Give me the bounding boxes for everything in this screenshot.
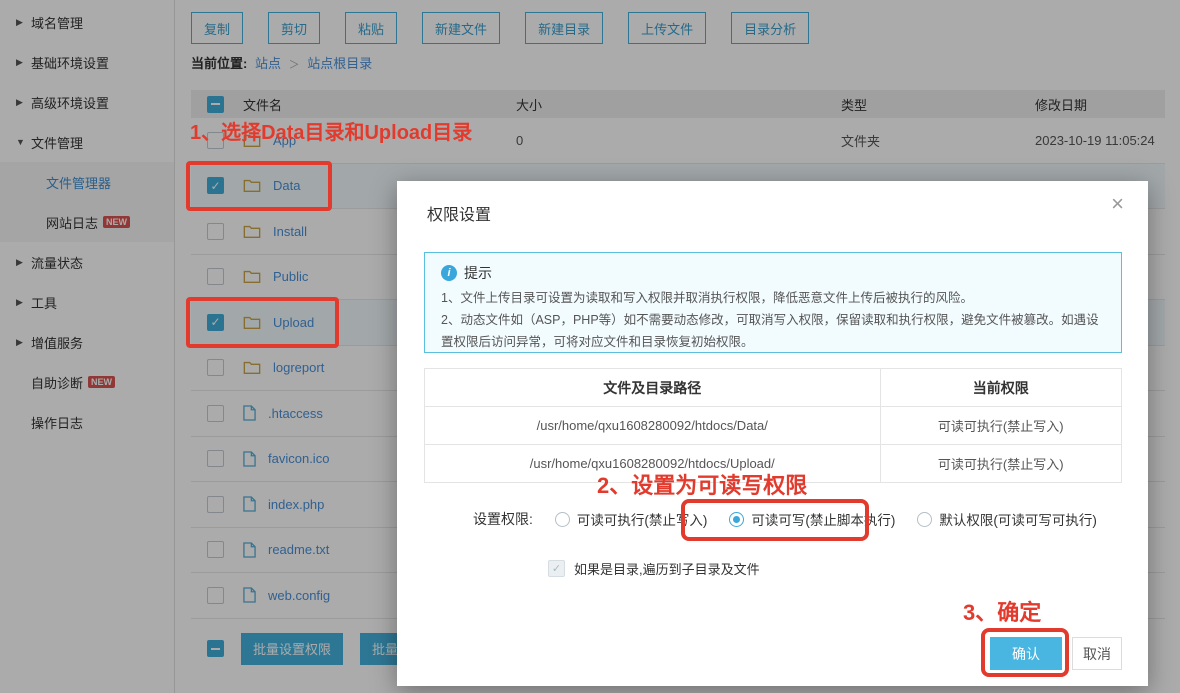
radio-label: 可读可执行(禁止写入) [577, 509, 708, 529]
file-manager-app: ▶ 域名管理 ▶ 基础环境设置 ▶ 高级环境设置 ▼ 文件管理 文件管理器 网站… [0, 0, 1180, 693]
radio-label: 默认权限(可读可写可执行) [939, 509, 1097, 529]
cancel-button[interactable]: 取消 [1072, 637, 1122, 670]
permission-radio-option[interactable]: 默认权限(可读可写可执行) [917, 509, 1097, 529]
tip-line: 2、动态文件如（ASP，PHP等）如不需要动态修改，可取消写入权限，保留读取和执… [441, 310, 1105, 354]
radio-icon[interactable] [917, 512, 932, 527]
permission-path-table: 文件及目录路径 当前权限 /usr/home/qxu1608280092/htd… [424, 368, 1122, 483]
permission-radio-option[interactable]: 可读可执行(禁止写入) [555, 509, 708, 529]
radio-label: 可读可写(禁止脚本执行) [751, 509, 895, 529]
perm-column-header: 当前权限 [880, 369, 1121, 407]
info-icon: i [441, 265, 457, 281]
radio-icon[interactable] [555, 512, 570, 527]
permission-settings-dialog: 权限设置 × i 提示 1、文件上传目录可设置为读取和写入权限并取消执行权限，降… [397, 181, 1148, 686]
traverse-checkbox[interactable] [548, 560, 565, 577]
permission-radio-option[interactable]: 可读可写(禁止脚本执行) [729, 509, 895, 529]
current-permission-cell: 可读可执行(禁止写入) [880, 407, 1121, 445]
permission-table-row: /usr/home/qxu1608280092/htdocs/Upload/可读… [425, 445, 1122, 483]
tip-title: 提示 [464, 263, 492, 283]
path-cell: /usr/home/qxu1608280092/htdocs/Data/ [425, 407, 881, 445]
tip-text: 1、文件上传目录可设置为读取和写入权限并取消执行权限，降低恶意文件上传后被执行的… [441, 288, 1105, 354]
tip-box: i 提示 1、文件上传目录可设置为读取和写入权限并取消执行权限，降低恶意文件上传… [424, 252, 1122, 353]
path-cell: /usr/home/qxu1608280092/htdocs/Upload/ [425, 445, 881, 483]
permission-table-row: /usr/home/qxu1608280092/htdocs/Data/可读可执… [425, 407, 1122, 445]
dialog-footer: 确认 取消 [990, 637, 1122, 670]
confirm-button[interactable]: 确认 [990, 637, 1062, 670]
traverse-label: 如果是目录,遍历到子目录及文件 [574, 559, 760, 578]
radio-selected-icon[interactable] [729, 512, 744, 527]
set-permission-row: 设置权限: 可读可执行(禁止写入) 可读可写(禁止脚本执行) 默认权限(可读可写可执… [473, 509, 1097, 529]
current-permission-cell: 可读可执行(禁止写入) [880, 445, 1121, 483]
dialog-title: 权限设置 [427, 201, 491, 225]
path-column-header: 文件及目录路径 [425, 369, 881, 407]
close-icon[interactable]: × [1111, 193, 1124, 215]
set-permission-label: 设置权限: [473, 509, 533, 529]
traverse-option: 如果是目录,遍历到子目录及文件 [548, 559, 760, 578]
tip-line: 1、文件上传目录可设置为读取和写入权限并取消执行权限，降低恶意文件上传后被执行的… [441, 288, 1105, 310]
